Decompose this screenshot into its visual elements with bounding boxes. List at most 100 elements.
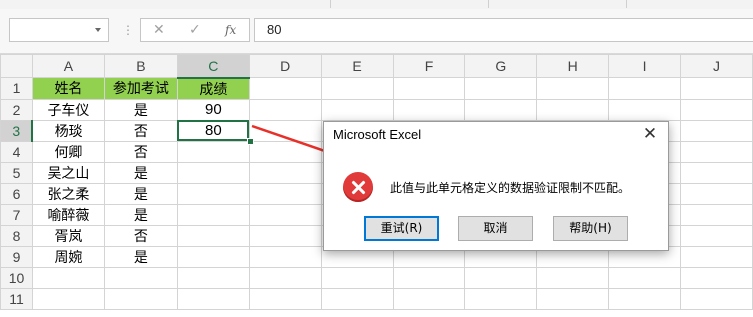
row-header-6[interactable]: 6 xyxy=(0,182,33,205)
cell[interactable] xyxy=(248,98,322,121)
cell-c8[interactable] xyxy=(176,224,250,247)
help-button[interactable]: 帮助(H) xyxy=(553,216,628,241)
cell-b7[interactable]: 是 xyxy=(103,203,178,226)
formula-bar-grip-icon[interactable]: ⋮ xyxy=(122,23,134,37)
cell[interactable] xyxy=(680,182,753,205)
column-header-e[interactable]: E xyxy=(320,54,394,78)
cell-c6[interactable] xyxy=(176,182,250,205)
cell[interactable] xyxy=(248,161,322,184)
column-header-f[interactable]: F xyxy=(392,54,466,78)
cell-a4[interactable]: 何卿 xyxy=(31,140,105,163)
cell-b2[interactable]: 是 xyxy=(103,98,178,121)
column-header-a[interactable]: A xyxy=(31,54,105,78)
cell[interactable] xyxy=(680,161,753,184)
cell-c4[interactable] xyxy=(176,140,250,163)
cell[interactable] xyxy=(680,77,753,100)
fill-handle[interactable] xyxy=(247,138,254,145)
close-icon[interactable]: ✕ xyxy=(640,124,660,144)
column-header-j[interactable]: J xyxy=(680,54,753,78)
cell[interactable] xyxy=(536,287,610,310)
cell-b9[interactable]: 是 xyxy=(103,245,178,268)
cell-a5[interactable]: 吴之山 xyxy=(31,161,105,184)
cell[interactable] xyxy=(248,266,322,289)
cell[interactable] xyxy=(680,203,753,226)
row-header-2[interactable]: 2 xyxy=(0,98,33,121)
cell[interactable] xyxy=(248,140,322,163)
cell-c9[interactable] xyxy=(176,245,250,268)
cell[interactable] xyxy=(608,266,682,289)
formula-input[interactable]: 80 xyxy=(254,18,753,42)
cell[interactable] xyxy=(248,77,322,100)
cell-a3[interactable]: 杨琰 xyxy=(31,119,105,142)
cell-b10[interactable] xyxy=(103,266,178,289)
cell-a7[interactable]: 喻醉薇 xyxy=(31,203,105,226)
cell[interactable] xyxy=(392,77,466,100)
cell-a1[interactable]: 姓名 xyxy=(31,77,105,100)
cell[interactable] xyxy=(392,287,466,310)
cancel-icon[interactable]: ✕ xyxy=(153,22,165,38)
cell[interactable] xyxy=(320,98,394,121)
cell[interactable] xyxy=(536,266,610,289)
select-all-corner[interactable] xyxy=(0,54,33,78)
row-header-1[interactable]: 1 xyxy=(0,77,33,100)
cell[interactable] xyxy=(680,224,753,247)
cell-a11[interactable] xyxy=(31,287,105,310)
retry-button[interactable]: 重试(R) xyxy=(364,216,439,241)
row-header-9[interactable]: 9 xyxy=(0,245,33,268)
cell[interactable] xyxy=(464,266,538,289)
cell-b8[interactable]: 否 xyxy=(103,224,178,247)
column-header-d[interactable]: D xyxy=(248,54,322,78)
cell[interactable] xyxy=(608,287,682,310)
cell[interactable] xyxy=(464,98,538,121)
cell-c5[interactable] xyxy=(176,161,250,184)
cell[interactable] xyxy=(248,287,322,310)
cell-b3[interactable]: 否 xyxy=(103,119,178,142)
cell[interactable] xyxy=(320,287,394,310)
cell-a8[interactable]: 胥岚 xyxy=(31,224,105,247)
cell[interactable] xyxy=(536,77,610,100)
cell[interactable] xyxy=(248,203,322,226)
cell[interactable] xyxy=(680,140,753,163)
cell-c2[interactable]: 90 xyxy=(176,98,250,121)
cell[interactable] xyxy=(248,182,322,205)
column-header-b[interactable]: B xyxy=(103,54,178,78)
row-header-10[interactable]: 10 xyxy=(0,266,33,289)
row-header-7[interactable]: 7 xyxy=(0,203,33,226)
cell-c11[interactable] xyxy=(176,287,250,310)
cell-c10[interactable] xyxy=(176,266,250,289)
cell[interactable] xyxy=(248,119,322,142)
cell[interactable] xyxy=(680,266,753,289)
cell-b5[interactable]: 是 xyxy=(103,161,178,184)
cell-c7[interactable] xyxy=(176,203,250,226)
cell-a10[interactable] xyxy=(31,266,105,289)
column-header-h[interactable]: H xyxy=(536,54,610,78)
cell-b6[interactable]: 是 xyxy=(103,182,178,205)
cell[interactable] xyxy=(320,77,394,100)
column-header-g[interactable]: G xyxy=(464,54,538,78)
row-header-5[interactable]: 5 xyxy=(0,161,33,184)
row-header-11[interactable]: 11 xyxy=(0,287,33,310)
cell-c1[interactable]: 成绩 xyxy=(176,77,250,100)
column-header-i[interactable]: I xyxy=(608,54,682,78)
cell[interactable] xyxy=(392,266,466,289)
cell-b4[interactable]: 否 xyxy=(103,140,178,163)
row-header-8[interactable]: 8 xyxy=(0,224,33,247)
cell[interactable] xyxy=(248,245,322,268)
cell[interactable] xyxy=(680,287,753,310)
cell[interactable] xyxy=(608,77,682,100)
cell-a2[interactable]: 子车仪 xyxy=(31,98,105,121)
column-header-c[interactable]: C xyxy=(176,54,250,79)
row-header-3[interactable]: 3 xyxy=(0,119,34,142)
cancel-button[interactable]: 取消 xyxy=(458,216,533,241)
cell[interactable] xyxy=(464,77,538,100)
name-box[interactable] xyxy=(9,18,109,42)
cell-b11[interactable] xyxy=(103,287,178,310)
cell[interactable] xyxy=(680,245,753,268)
cell-a9[interactable]: 周婉 xyxy=(31,245,105,268)
active-cell-c3[interactable]: 80 xyxy=(176,119,250,142)
cell[interactable] xyxy=(536,98,610,121)
cell[interactable] xyxy=(680,98,753,121)
row-header-4[interactable]: 4 xyxy=(0,140,33,163)
enter-icon[interactable]: ✓ xyxy=(189,22,201,38)
cell-b1[interactable]: 参加考试 xyxy=(103,77,178,100)
